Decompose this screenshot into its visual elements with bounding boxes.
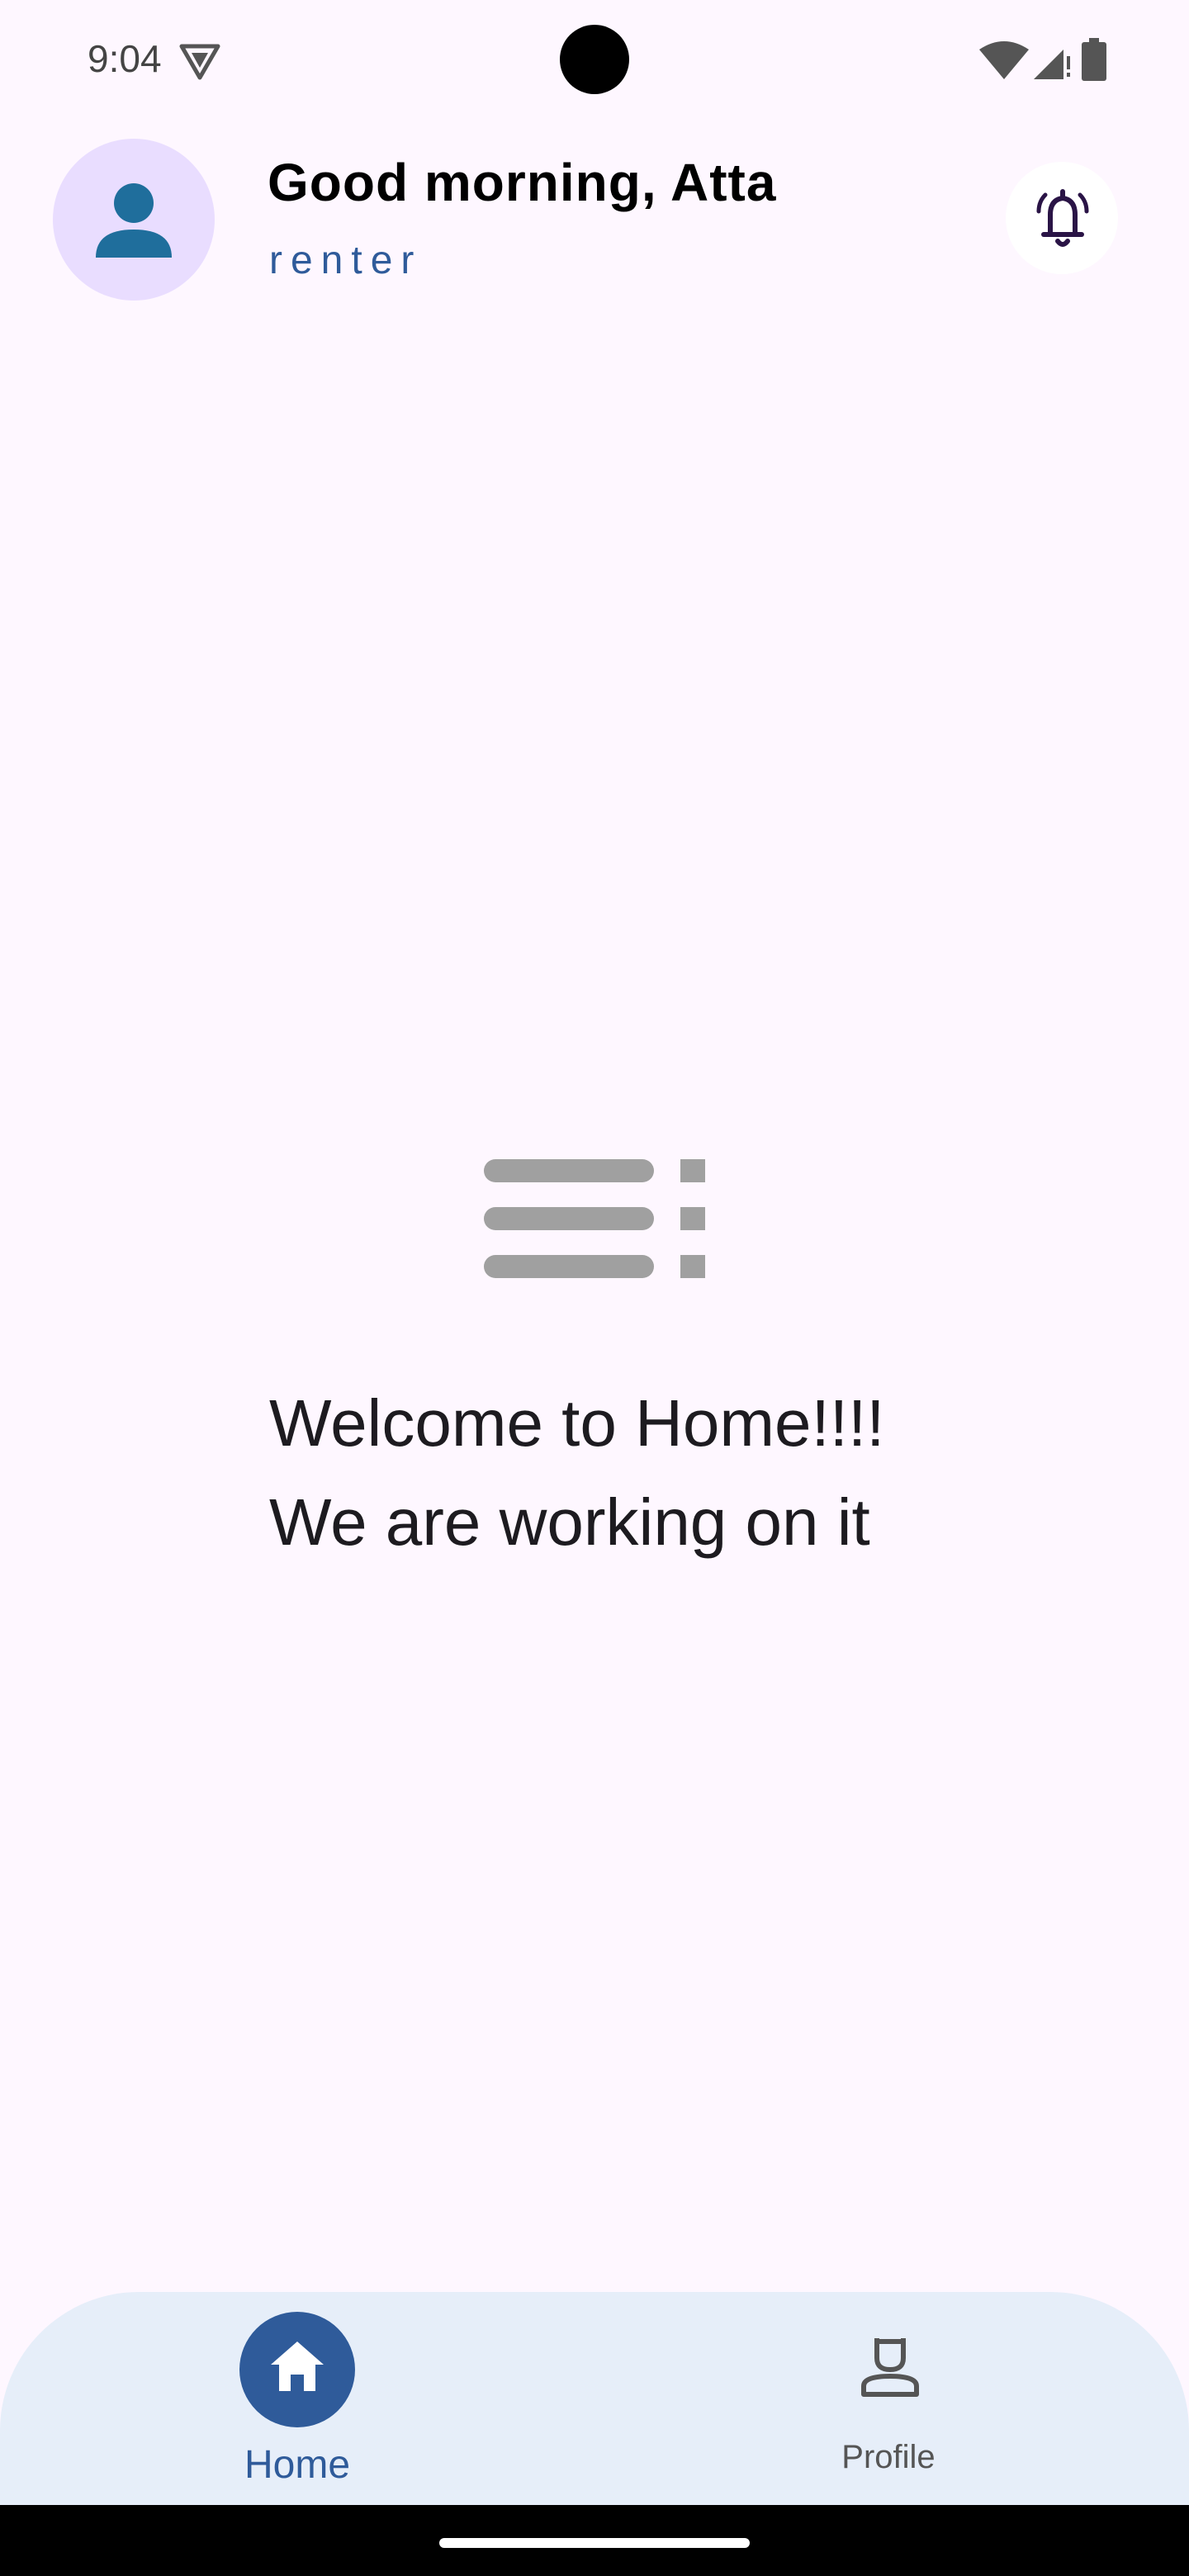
system-navigation-bar: [0, 2505, 1189, 2576]
battery-icon: [1082, 38, 1106, 81]
signal-icon: [1034, 50, 1070, 79]
welcome-message: Welcome to Home!!!! We are working on it: [269, 1374, 884, 1572]
welcome-line-1: Welcome to Home!!!!: [269, 1386, 885, 1460]
bell-icon: [1036, 189, 1089, 247]
nav-item-profile[interactable]: Profile: [798, 2292, 979, 2505]
home-icon: [271, 2342, 324, 2391]
profile-icon: [861, 2338, 919, 2397]
nav-label-profile: Profile: [841, 2439, 936, 2475]
greeting-title: Good morning, Atta: [268, 153, 777, 212]
gesture-handle[interactable]: [439, 2538, 750, 2548]
vpn-icon: [179, 44, 220, 80]
home-indicator: [239, 2312, 355, 2427]
avatar[interactable]: [53, 139, 215, 301]
status-time: 9:04: [88, 37, 162, 80]
status-bar: 9:04: [0, 0, 1189, 119]
front-camera: [560, 25, 629, 94]
wifi-icon: [979, 41, 1029, 79]
list-icon: [484, 1159, 705, 1278]
person-icon: [96, 183, 172, 258]
bottom-navigation: Home Profile: [0, 2292, 1189, 2505]
user-role: renter: [269, 239, 423, 282]
welcome-line-2: We are working on it: [269, 1485, 870, 1559]
nav-label-home: Home: [244, 2443, 351, 2487]
notification-button[interactable]: [1006, 162, 1118, 274]
nav-item-home[interactable]: Home: [206, 2292, 388, 2505]
